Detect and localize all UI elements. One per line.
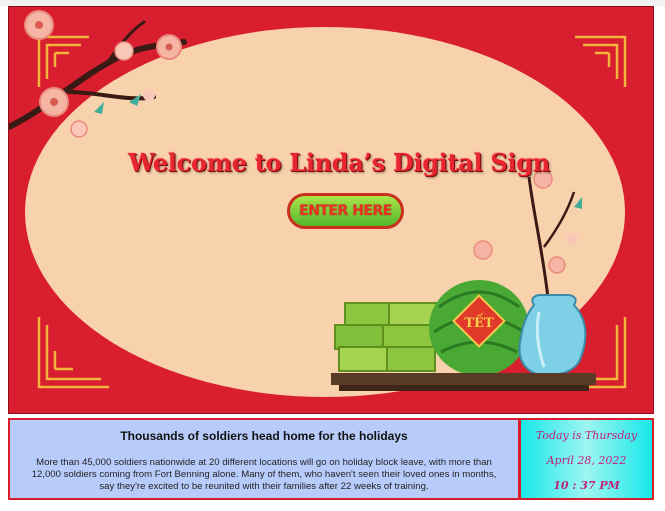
corner-ornament-icon (575, 35, 627, 87)
enter-here-button[interactable]: ENTER HERE (287, 193, 404, 229)
news-headline: Thousands of soldiers head home for the … (120, 429, 408, 443)
day-line: Today is Thursday (535, 429, 638, 442)
time-line: 10 : 37 PM (553, 479, 620, 492)
wooden-shelf (331, 373, 596, 385)
news-panel: Thousands of soldiers head home for the … (8, 418, 520, 500)
plum-blossom-icon (473, 240, 493, 260)
date-time-panel: Today is Thursday April 28, 2022 10 : 37… (519, 418, 654, 500)
watermelon-icon: TẾT (429, 280, 529, 376)
news-body: More than 45,000 soldiers nationwide at … (31, 457, 497, 492)
welcome-title: Welcome to Linda’s Digital Sign (128, 148, 550, 177)
digital-sign-stage: TẾT Welcome to Linda’s Digital Sign ENTE… (8, 6, 654, 414)
date-line: April 28, 2022 (546, 454, 627, 467)
banh-chung-stack-icon (334, 302, 438, 372)
tet-badge-text: TẾT (464, 313, 494, 331)
